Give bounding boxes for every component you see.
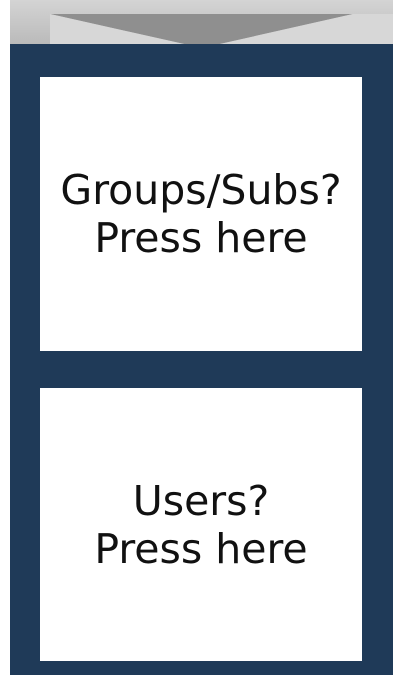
groups-subs-line1: Groups/Subs? <box>60 166 342 214</box>
users-label: Users? Press here <box>94 477 307 573</box>
users-line1: Users? <box>132 476 270 525</box>
users-button[interactable]: Users? Press here <box>40 388 362 661</box>
down-arrow-icon <box>10 0 393 48</box>
groups-subs-button[interactable]: Groups/Subs? Press here <box>40 77 362 351</box>
users-line2: Press here <box>94 524 308 573</box>
groups-subs-line2: Press here <box>94 214 308 262</box>
groups-subs-label: Groups/Subs? Press here <box>60 166 341 262</box>
